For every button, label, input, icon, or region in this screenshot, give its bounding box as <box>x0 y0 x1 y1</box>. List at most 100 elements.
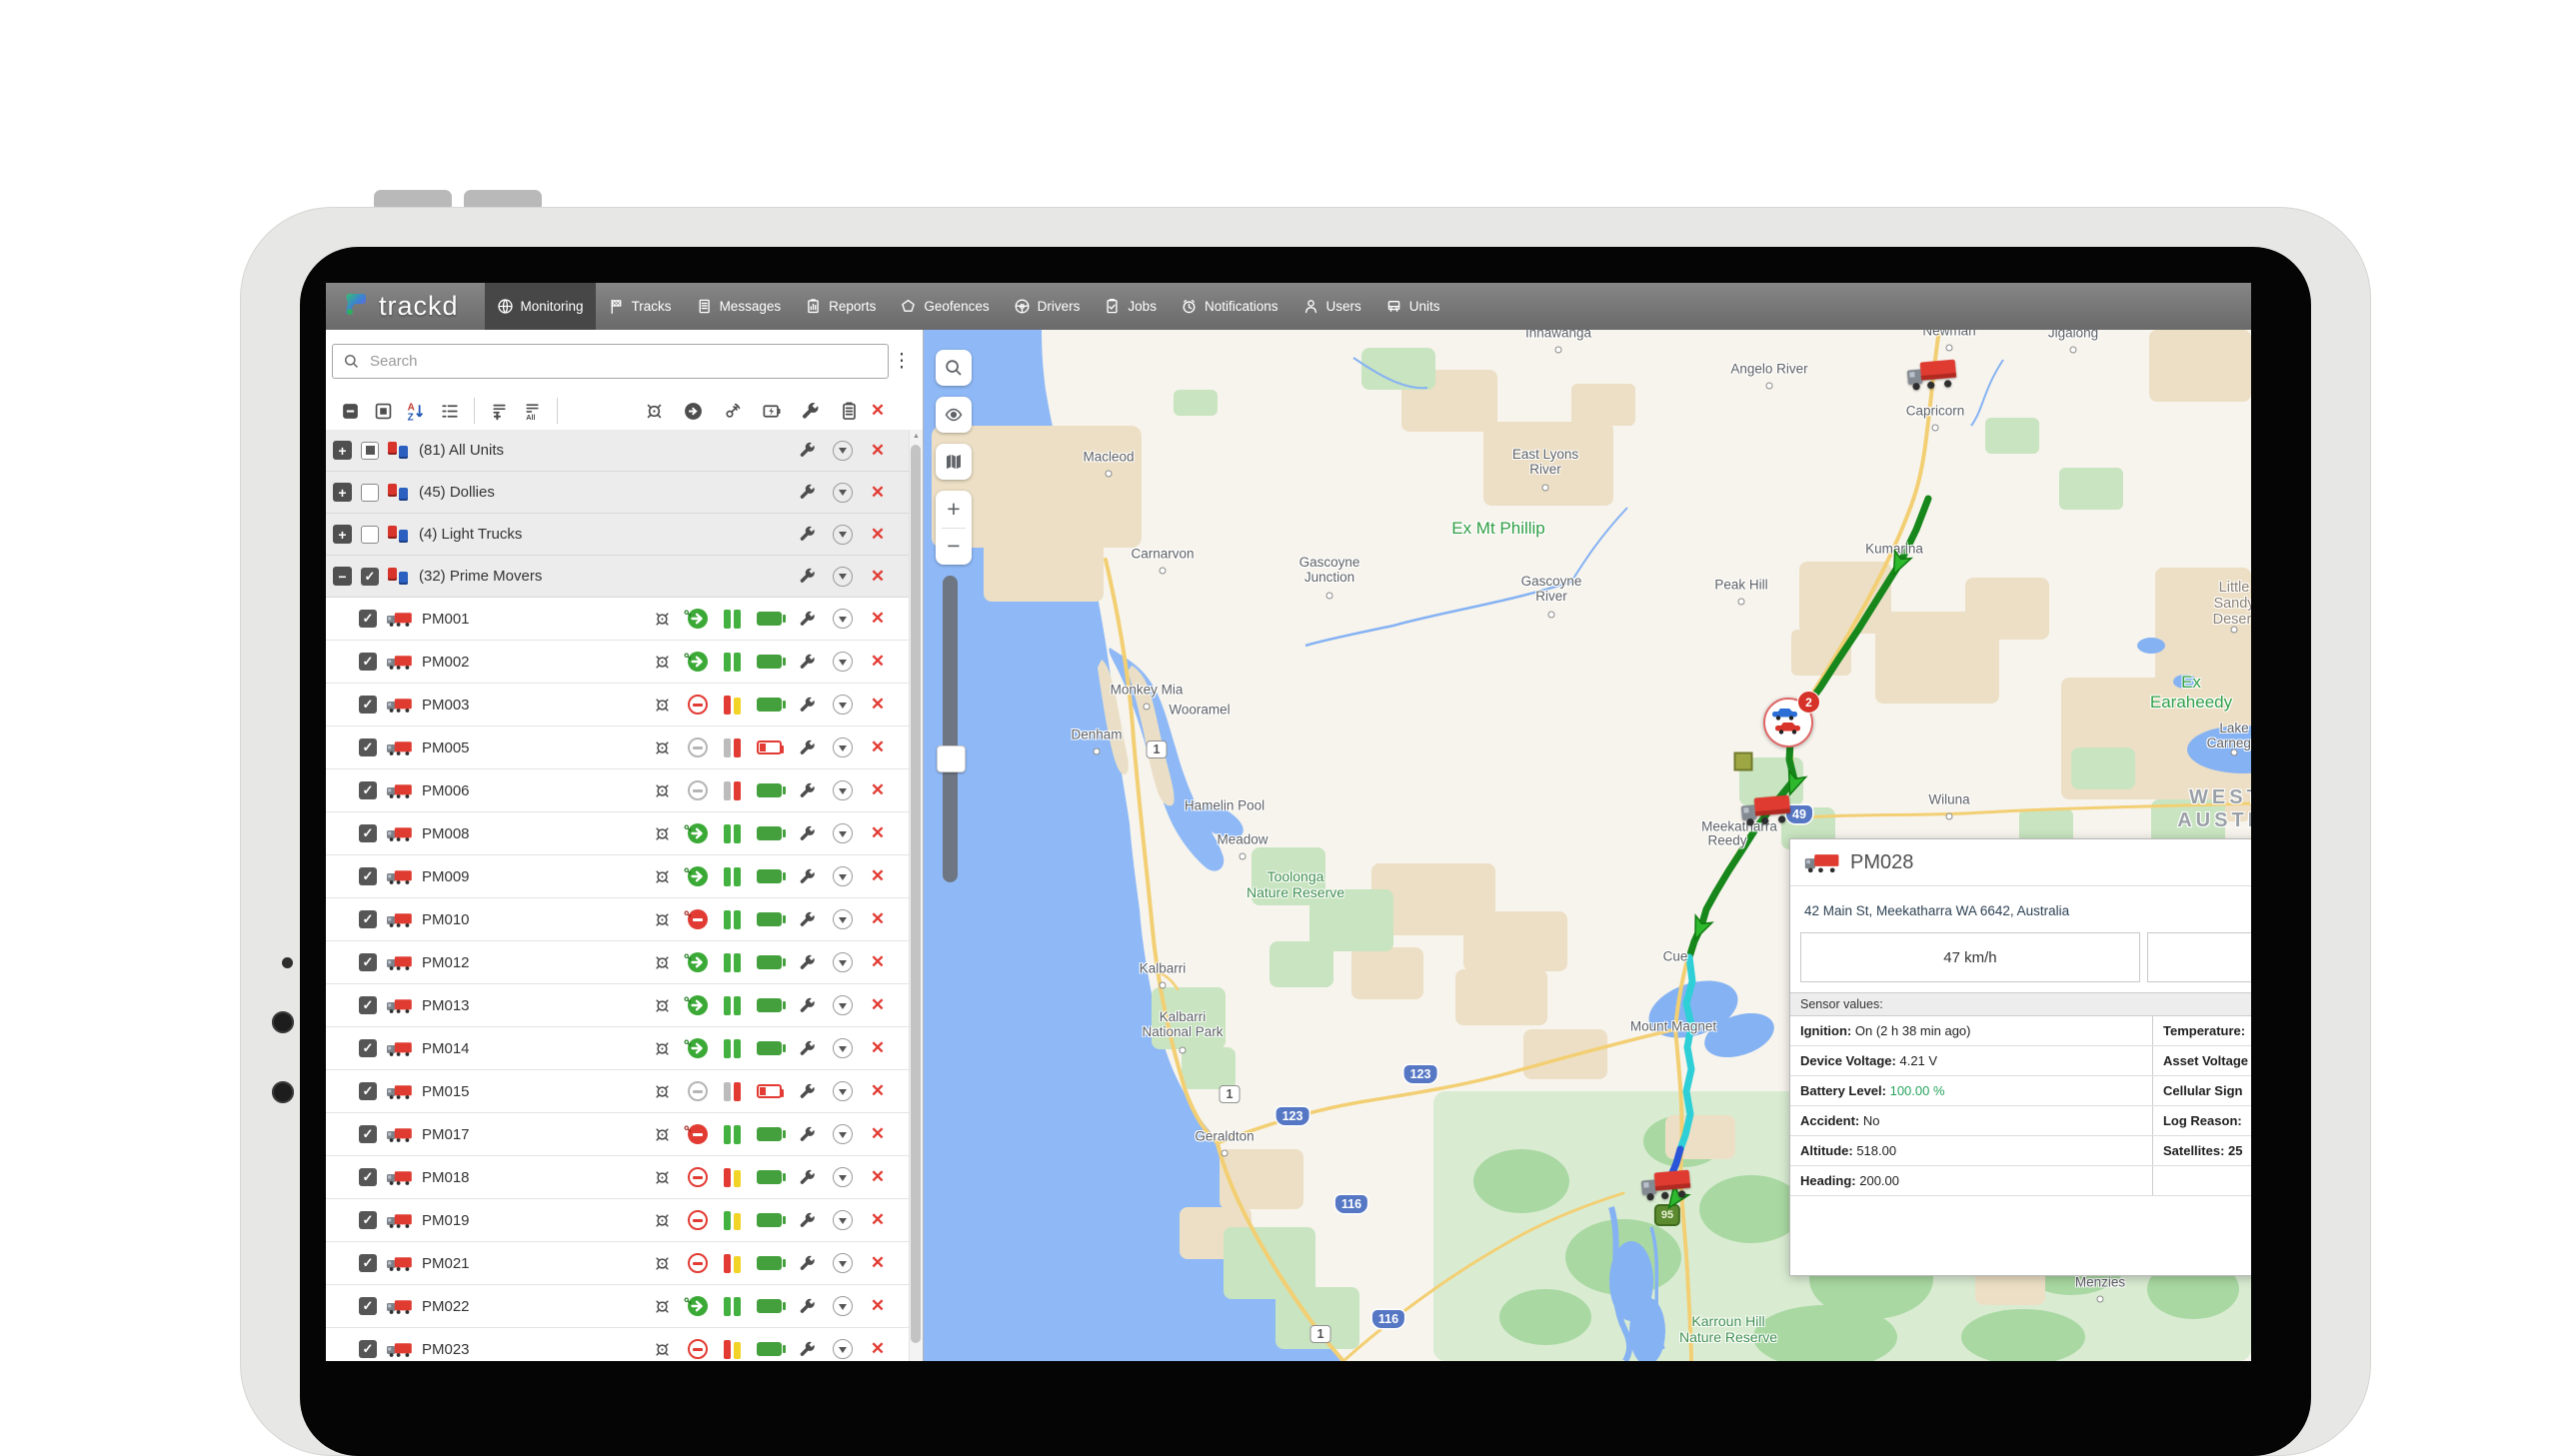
map-truck-marker[interactable] <box>1739 790 1794 828</box>
locate-icon[interactable] <box>653 1168 672 1187</box>
locate-icon[interactable] <box>653 824 672 843</box>
settings-wrench-icon[interactable] <box>798 1340 817 1359</box>
unit-row-pm018[interactable]: ✓PM018✕ <box>326 1156 923 1199</box>
map-layers-button[interactable] <box>936 444 972 480</box>
remove-icon[interactable]: ✕ <box>869 909 887 929</box>
expand-toggle[interactable]: − <box>333 567 352 586</box>
checkbox[interactable]: ✓ <box>359 1340 377 1358</box>
checkbox[interactable]: ✓ <box>359 996 377 1014</box>
unit-row-pm003[interactable]: ✓PM003✕ <box>326 684 923 727</box>
power-icon[interactable] <box>761 401 782 422</box>
locate-icon[interactable] <box>644 401 665 422</box>
nav-item-monitoring[interactable]: Monitoring <box>485 283 596 330</box>
remove-icon[interactable]: ✕ <box>869 441 887 461</box>
settings-wrench-icon[interactable] <box>798 1082 817 1101</box>
remove-icon[interactable]: ✕ <box>869 567 887 587</box>
expand-chevron-icon[interactable] <box>833 441 853 461</box>
expand-chevron-icon[interactable] <box>833 1296 853 1316</box>
expand-chevron-icon[interactable] <box>833 483 853 503</box>
group-row-light-trucks[interactable]: +(4) Light Trucks✕ <box>326 514 923 556</box>
checkbox[interactable]: ✓ <box>359 1297 377 1315</box>
locate-icon[interactable] <box>653 996 672 1015</box>
remove-icon[interactable]: ✕ <box>869 1253 887 1273</box>
checkbox[interactable]: ✓ <box>359 610 377 628</box>
nav-item-users[interactable]: Users <box>1290 283 1373 330</box>
unit-cluster-marker[interactable]: 2 <box>1763 698 1813 747</box>
checkbox[interactable]: ✓ <box>359 1168 377 1186</box>
remove-icon[interactable]: ✕ <box>869 1167 887 1187</box>
checkbox[interactable]: ✓ <box>359 1125 377 1143</box>
settings-wrench-icon[interactable] <box>798 441 817 460</box>
unit-row-pm019[interactable]: ✓PM019✕ <box>326 1199 923 1242</box>
checkbox[interactable]: ✓ <box>359 867 377 885</box>
map-truck-marker[interactable] <box>1905 355 1960 393</box>
send-command-icon[interactable] <box>683 401 704 422</box>
settings-wrench-icon[interactable] <box>798 996 817 1015</box>
unit-row-pm023[interactable]: ✓PM023✕ <box>326 1328 923 1361</box>
checkbox[interactable]: ✓ <box>359 1082 377 1100</box>
expand-toggle[interactable]: + <box>333 483 352 502</box>
settings-wrench-icon[interactable] <box>798 910 817 929</box>
remove-icon[interactable]: ✕ <box>869 737 887 757</box>
settings-wrench-icon[interactable] <box>798 1168 817 1187</box>
unit-row-pm014[interactable]: ✓PM014✕ <box>326 1027 923 1070</box>
expand-chevron-icon[interactable] <box>833 952 853 972</box>
remove-icon[interactable]: ✕ <box>869 823 887 843</box>
remove-icon[interactable]: ✕ <box>869 652 887 672</box>
expand-chevron-icon[interactable] <box>833 695 853 715</box>
checkbox[interactable]: ✓ <box>359 910 377 928</box>
checkbox[interactable]: ✓ <box>359 1254 377 1272</box>
expand-chevron-icon[interactable] <box>833 866 853 886</box>
expand-toggle[interactable]: + <box>333 441 352 460</box>
flat-list-icon[interactable] <box>439 401 460 422</box>
locate-icon[interactable] <box>653 1340 672 1359</box>
settings-wrench-icon[interactable] <box>798 1211 817 1230</box>
settings-wrench-icon[interactable] <box>798 1125 817 1144</box>
expand-chevron-icon[interactable] <box>833 1210 853 1230</box>
remove-icon[interactable]: ✕ <box>869 1210 887 1230</box>
settings-wrench-icon[interactable] <box>798 525 817 544</box>
unit-row-pm017[interactable]: ✓PM017✕ <box>326 1113 923 1156</box>
group-row-all-units[interactable]: +(81) All Units✕ <box>326 430 923 472</box>
settings-wrench-icon[interactable] <box>798 1039 817 1058</box>
expand-chevron-icon[interactable] <box>833 1038 853 1058</box>
remove-icon[interactable]: ✕ <box>869 866 887 886</box>
locate-icon[interactable] <box>653 867 672 886</box>
remove-icon[interactable]: ✕ <box>869 1038 887 1058</box>
unit-row-pm010[interactable]: ✓PM010✕ <box>326 898 923 941</box>
checkbox[interactable]: ✓ <box>359 696 377 714</box>
sort-az-icon[interactable]: AZ <box>406 401 427 422</box>
checkbox[interactable]: ✓ <box>359 1039 377 1057</box>
checkbox[interactable] <box>361 442 379 460</box>
nav-item-reports[interactable]: Reports <box>793 283 888 330</box>
expand-chevron-icon[interactable] <box>833 1339 853 1359</box>
settings-wrench-icon[interactable] <box>798 653 817 672</box>
expand-chevron-icon[interactable] <box>833 652 853 672</box>
select-visible-icon[interactable] <box>373 401 394 422</box>
settings-wrench-icon[interactable] <box>798 483 817 502</box>
settings-wrench-icon[interactable] <box>800 401 821 422</box>
locate-icon[interactable] <box>653 1125 672 1144</box>
remove-icon[interactable]: ✕ <box>869 1296 887 1316</box>
unit-row-pm005[interactable]: ✓PM005✕ <box>326 727 923 769</box>
expand-chevron-icon[interactable] <box>833 567 853 587</box>
settings-wrench-icon[interactable] <box>798 610 817 629</box>
map-visibility-button[interactable] <box>936 397 972 433</box>
checkbox[interactable]: ✓ <box>361 568 379 586</box>
remove-icon[interactable]: ✕ <box>869 1339 887 1359</box>
locate-icon[interactable] <box>653 910 672 929</box>
unit-row-pm022[interactable]: ✓PM022✕ <box>326 1285 923 1328</box>
remove-icon[interactable]: ✕ <box>869 695 887 715</box>
settings-wrench-icon[interactable] <box>798 953 817 972</box>
track-antenna-icon[interactable] <box>722 401 743 422</box>
remove-icon[interactable]: ✕ <box>869 609 887 629</box>
remove-icon[interactable]: ✕ <box>869 952 887 972</box>
group-row-dollies[interactable]: +(45) Dollies✕ <box>326 472 923 514</box>
nav-item-jobs[interactable]: Jobs <box>1092 283 1169 330</box>
locate-icon[interactable] <box>653 1082 672 1101</box>
checkbox[interactable]: ✓ <box>359 953 377 971</box>
checkbox[interactable]: ✓ <box>359 738 377 756</box>
more-options-icon[interactable]: ⋮ <box>889 357 915 366</box>
scroll-up-icon[interactable]: ▲ <box>910 430 923 443</box>
expand-chevron-icon[interactable] <box>833 780 853 800</box>
